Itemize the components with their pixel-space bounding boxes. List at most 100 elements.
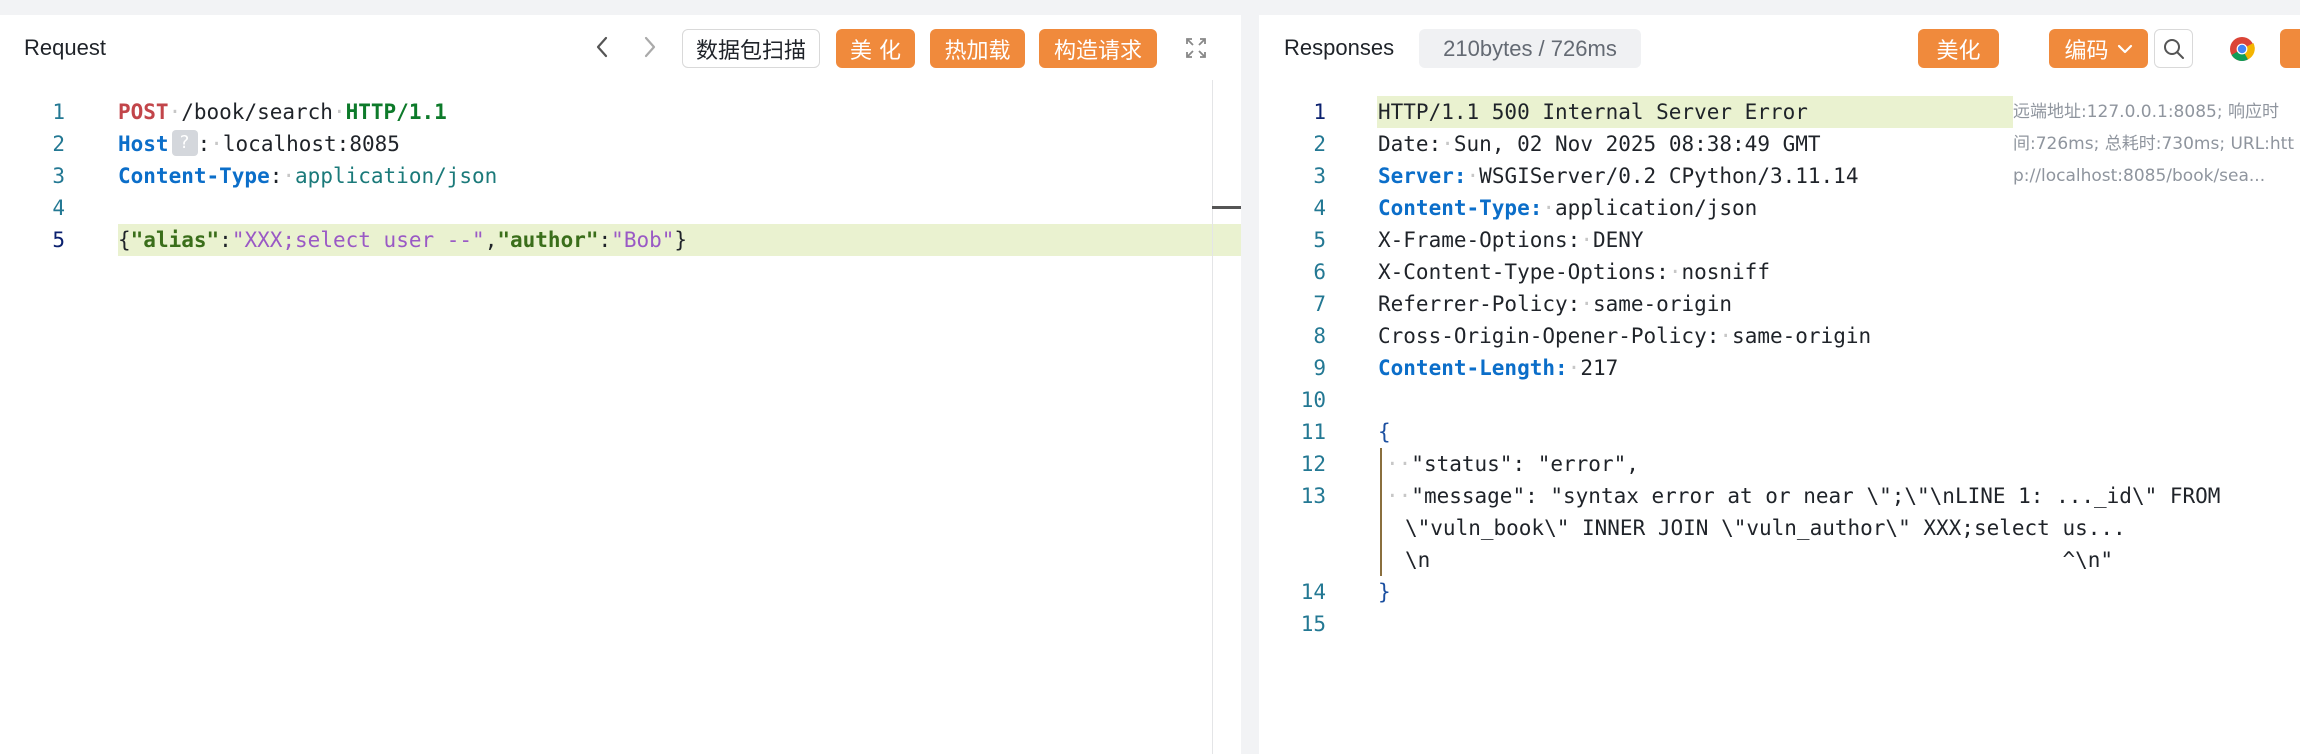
response-line-1: 1 HTTP/1.1 500 Internal Server Error (1259, 96, 2013, 128)
request-panel: Request 数据包扫描 美 化 热加载 构造请求 1 POST·/book/… (0, 15, 1241, 754)
header-value: application/json (295, 164, 498, 188)
encoding-label: 编码 (2064, 38, 2109, 64)
chevron-down-icon (2117, 44, 2132, 53)
json-key: "alias" (130, 228, 220, 252)
json-entry: "message": "syntax error at or near \";\… (1411, 484, 2221, 508)
hot-reload-button[interactable]: 热加载 (930, 29, 1025, 68)
header-key: Referrer-Policy (1378, 292, 1568, 316)
line-number: 12 (1300, 452, 1326, 476)
response-line-13-wrap-2: \n ^\n" (1259, 544, 2300, 576)
request-path: /book/search (181, 100, 333, 124)
http-method: POST (118, 100, 169, 124)
http-protocol: HTTP/1.1 (345, 100, 447, 124)
request-line-2: 2 Host?:·localhost:8085 (0, 128, 1241, 160)
line-number: 6 (1313, 260, 1326, 284)
header-key: Server (1378, 164, 1454, 188)
line-number: 1 (1313, 100, 1326, 124)
json-entry: "status": "error", (1411, 452, 1639, 476)
response-line-7: 7 Referrer-Policy:·same-origin (1259, 288, 2300, 320)
header-value: nosniff (1681, 260, 1770, 284)
back-arrow-icon[interactable] (588, 33, 616, 61)
line-number: 3 (52, 164, 65, 188)
header-key: Content-Type (1378, 196, 1530, 220)
response-line-9: 9 Content-Length:·217 (1259, 352, 2300, 384)
response-line-15: 15 (1259, 608, 2300, 640)
response-title: Responses (1284, 35, 1395, 60)
response-line-6: 6 X-Content-Type-Options:·nosniff (1259, 256, 2300, 288)
response-line-10: 10 (1259, 384, 2300, 416)
response-toolbar: Responses 210bytes / 726ms 美化 编码 (1259, 15, 2300, 80)
line-number: 9 (1313, 356, 1326, 380)
scrollbar-marker (1212, 206, 1241, 209)
response-line-13-wrap-1: \"vuln_book\" INNER JOIN \"vuln_author\"… (1259, 512, 2300, 544)
line-number: 11 (1300, 420, 1326, 444)
header-value: 217 (1580, 356, 1619, 380)
line-number: 2 (52, 132, 65, 156)
request-line-3: 3 Content-Type:·application/json (0, 160, 1241, 192)
header-value: Sun, 02 Nov 2025 08:38:49 GMT (1453, 132, 1821, 156)
encoding-dropdown[interactable]: 编码 (2049, 29, 2148, 68)
line-number: 2 (1313, 132, 1326, 156)
request-toolbar: Request 数据包扫描 美 化 热加载 构造请求 (0, 15, 1241, 80)
response-meta-line: 远端地址:127.0.0.1:8085; 响应时 (2013, 102, 2279, 122)
response-line-13: 13 ··"message": "syntax error at or near… (1259, 480, 2300, 512)
response-line-4: 4 Content-Type:·application/json (1259, 192, 2300, 224)
header-value: localhost:8085 (222, 132, 400, 156)
response-meta-line: p://localhost:8085/book/sea... (2013, 166, 2266, 186)
response-meta-line: 间:726ms; 总耗时:730ms; URL:htt (2013, 134, 2295, 154)
search-icon[interactable] (2154, 29, 2193, 68)
fullscreen-icon[interactable] (1182, 34, 1210, 62)
line-number: 7 (1313, 292, 1326, 316)
line-number: 8 (1313, 324, 1326, 348)
request-editor[interactable]: 1 POST·/book/search·HTTP/1.1 2 Host?:·lo… (0, 80, 1241, 754)
request-line-4: 4 (0, 192, 1241, 224)
response-editor[interactable]: 远端地址:127.0.0.1:8085; 响应时 间:726ms; 总耗时:73… (1259, 80, 2300, 754)
line-number: 15 (1300, 612, 1326, 636)
line-number: 3 (1313, 164, 1326, 188)
request-line-1: 1 POST·/book/search·HTTP/1.1 (0, 96, 1241, 128)
header-key: Content-Length (1378, 356, 1556, 380)
json-open-brace: { (1378, 420, 1391, 444)
chrome-icon[interactable] (2228, 35, 2256, 63)
line-number: 13 (1300, 484, 1326, 508)
forward-arrow-icon[interactable] (636, 33, 664, 61)
header-key: Cross-Origin-Opener-Policy (1378, 324, 1707, 348)
beautify-request-button[interactable]: 美 化 (836, 29, 915, 68)
json-value: "Bob" (611, 228, 675, 252)
header-key: X-Content-Type-Options (1378, 260, 1657, 284)
header-value: same-origin (1732, 324, 1872, 348)
header-key: X-Frame-Options (1378, 228, 1568, 252)
line-number: 10 (1300, 388, 1326, 412)
line-number: 14 (1300, 580, 1326, 604)
scrollbar-track[interactable] (1212, 80, 1213, 754)
response-line-3: 3 Server:·WSGIServer/0.2 CPython/3.11.14 (1259, 160, 2013, 192)
build-request-button[interactable]: 构造请求 (1039, 29, 1157, 68)
response-line-2: 2 Date:·Sun, 02 Nov 2025 08:38:49 GMT (1259, 128, 2013, 160)
more-actions-button[interactable] (2280, 29, 2300, 68)
beautify-response-button[interactable]: 美化 (1918, 29, 1999, 68)
json-value: "XXX;select user --" (231, 228, 485, 252)
header-value: WSGIServer/0.2 CPython/3.11.14 (1479, 164, 1859, 188)
request-title: Request (24, 35, 106, 60)
line-number: 4 (1313, 196, 1326, 220)
header-value: same-origin (1592, 292, 1733, 316)
header-value: DENY (1592, 228, 1644, 252)
response-line-14: 14 } (1259, 576, 2300, 608)
json-entry-continued: \n ^\n" (1405, 548, 2114, 572)
response-line-12: 12 ··"status": "error", (1259, 448, 2300, 480)
response-line-8: 8 Cross-Origin-Opener-Policy:·same-origi… (1259, 320, 2300, 352)
response-line-11: 11 { (1259, 416, 2300, 448)
line-number: 5 (52, 228, 65, 252)
response-panel: Responses 210bytes / 726ms 美化 编码 远端地址:12… (1259, 15, 2300, 754)
json-entry-continued: \"vuln_book\" INNER JOIN \"vuln_author\"… (1405, 516, 2126, 540)
packet-scan-button[interactable]: 数据包扫描 (682, 29, 820, 68)
status-line: HTTP/1.1 500 Internal Server Error (1378, 100, 1808, 124)
response-size-time-badge: 210bytes / 726ms (1419, 29, 1641, 68)
header-key: Date (1378, 132, 1429, 156)
line-number: 1 (52, 100, 65, 124)
help-badge-icon[interactable]: ? (171, 130, 198, 156)
request-line-5: 5 {"alias":"XXX;select user --","author"… (0, 224, 1241, 256)
json-close-brace: } (1378, 580, 1391, 604)
header-value: application/json (1555, 196, 1758, 220)
line-number: 5 (1313, 228, 1326, 252)
